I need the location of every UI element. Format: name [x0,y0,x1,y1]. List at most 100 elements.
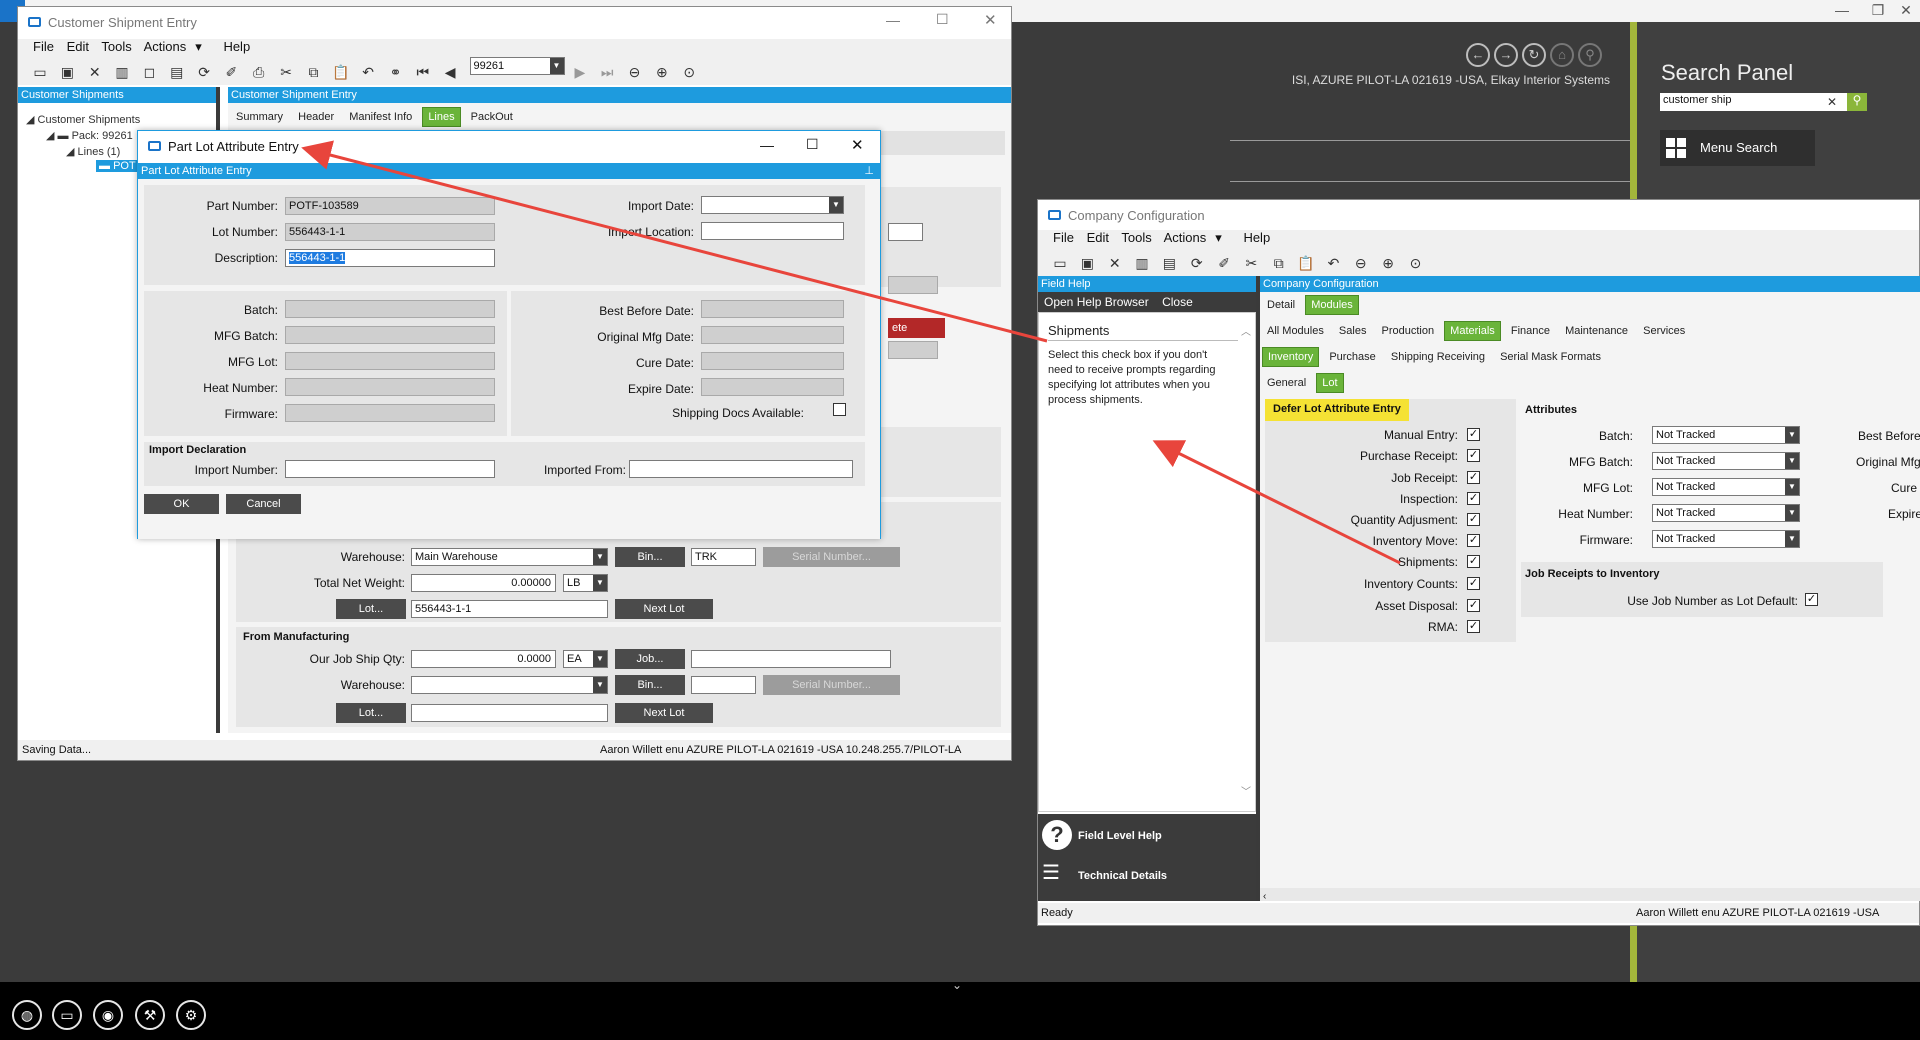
scroll-up-icon[interactable]: ︿ [1241,323,1251,338]
search-input[interactable]: customer ship [1660,93,1847,111]
tab-serial-mask-formats[interactable]: Serial Mask Formats [1495,348,1606,366]
chevron-down-icon[interactable]: ▼ [593,677,607,693]
menu-help[interactable]: Help [223,39,250,54]
close-icon[interactable]: ✕ [1892,2,1920,19]
menu-tools[interactable]: Tools [1121,230,1151,245]
prev-record-icon[interactable]: ◀ [441,63,459,81]
menu-file[interactable]: File [1053,230,1074,245]
next-record-icon[interactable]: ▶ [571,63,589,81]
home-icon[interactable]: ⌂ [1550,43,1574,67]
tree-item-pack[interactable]: ◢ ▬ Pack: 99261 [46,129,133,142]
first-record-icon[interactable]: ⏮ [414,63,432,81]
tab-detail[interactable]: Detail [1262,296,1300,314]
search-icon[interactable]: ⚲ [1578,43,1602,67]
close-help-link[interactable]: Close [1162,295,1193,309]
shipments-checkbox[interactable]: ✓ [1467,555,1480,568]
qty-uom-select[interactable]: EA ▼ [563,650,608,668]
globe-icon[interactable]: ◍ [12,1000,42,1030]
delete-button[interactable]: ete [888,318,945,338]
batch-select[interactable]: Not Tracked ▼ [1652,426,1800,444]
warehouse-select[interactable]: Main Warehouse ▼ [411,548,608,566]
weight-uom-select[interactable]: LB ▼ [563,574,608,592]
inspection-checkbox[interactable]: ✓ [1467,492,1480,505]
copy-icon[interactable]: ⧉ [1270,254,1288,272]
close-icon[interactable]: ✕ [851,136,864,154]
import-location-input[interactable] [701,222,844,240]
tab-finance[interactable]: Finance [1506,322,1555,340]
mfg-bin-input[interactable] [691,676,756,694]
clear-icon[interactable]: ✐ [222,63,240,81]
chevron-down-icon[interactable]: ▼ [829,197,843,213]
mfg-batch-select[interactable]: Not Tracked ▼ [1652,452,1800,470]
new-icon[interactable]: ▭ [1051,254,1069,272]
clear-icon[interactable]: ✕ [1827,95,1837,109]
job-receipt-checkbox[interactable]: ✓ [1467,471,1480,484]
mfg-bin-button[interactable]: Bin... [615,675,685,695]
menu-help[interactable]: Help [1243,230,1270,245]
use-job-number-checkbox[interactable]: ✓ [1805,593,1818,606]
refresh-icon[interactable]: ⟳ [1188,254,1206,272]
paste-icon[interactable]: 📋 [1297,254,1315,272]
open-help-browser-link[interactable]: Open Help Browser [1044,295,1149,309]
cut-icon[interactable]: ✂ [277,63,295,81]
tab-manifest-info[interactable]: Manifest Info [344,108,417,126]
chevron-down-icon[interactable]: ▼ [593,549,607,565]
rma-checkbox[interactable]: ✓ [1467,620,1480,633]
new-icon[interactable]: ▭ [31,63,49,81]
asset-disposal-checkbox[interactable]: ✓ [1467,599,1480,612]
cut-icon[interactable]: ✂ [1242,254,1260,272]
quantity-adjusment-checkbox[interactable]: ✓ [1467,513,1480,526]
lot-input[interactable]: 556443-1-1 [411,600,608,618]
tab-lot[interactable]: Lot [1316,373,1344,393]
scroll-left-icon[interactable]: ‹ [1260,891,1266,902]
minimize-icon[interactable]: — [886,12,900,28]
tab-maintenance[interactable]: Maintenance [1560,322,1633,340]
tab-modules[interactable]: Modules [1305,295,1359,315]
heat-number-select[interactable]: Not Tracked ▼ [1652,504,1800,522]
chevron-down-icon[interactable]: ⌄ [952,978,962,992]
tab-sales[interactable]: Sales [1334,322,1372,340]
chevron-down-icon[interactable]: ▼ [593,575,607,591]
home-icon[interactable]: ⊙ [1406,254,1424,272]
home-icon[interactable]: ⊙ [680,63,698,81]
attach-icon[interactable]: ◻ [140,63,158,81]
mfg-lot-select[interactable]: Not Tracked ▼ [1652,478,1800,496]
bin-input[interactable]: TRK [691,548,756,566]
tab-shipping-receiving[interactable]: Shipping Receiving [1386,348,1490,366]
clear-icon[interactable]: ✐ [1215,254,1233,272]
import-number-input[interactable] [285,460,495,478]
inventory-counts-checkbox[interactable]: ✓ [1467,577,1480,590]
wrench-icon[interactable]: ⚒ [135,1000,165,1030]
forward-icon[interactable]: → [1494,43,1518,67]
import-date-select[interactable]: ▼ [701,196,844,214]
monitor-icon[interactable]: ▭ [52,1000,82,1030]
pin-icon[interactable]: ⊥ [864,163,874,179]
menu-search-button[interactable]: Menu Search [1660,130,1815,166]
scroll-down-icon[interactable]: ﹀ [1241,783,1251,798]
bin-button[interactable]: Bin... [615,547,685,567]
tab-header[interactable]: Header [293,108,339,126]
serial-number-button[interactable]: Serial Number... [763,547,900,567]
menu-file[interactable]: File [33,39,54,54]
delete-icon[interactable]: ✕ [86,63,104,81]
our-job-ship-qty-input[interactable]: 0.0000 [411,650,556,668]
back-icon[interactable]: ← [1466,43,1490,67]
copy-icon[interactable]: ⧉ [304,63,322,81]
minimize-icon[interactable]: — [760,137,774,153]
tree-item-customer-shipments[interactable]: ◢ Customer Shipments [26,113,140,126]
print-preview-icon[interactable]: ▤ [1160,254,1178,272]
ok-button[interactable]: OK [144,494,219,514]
tab-lines[interactable]: Lines [422,107,461,127]
last-record-icon[interactable]: ⏭ [598,63,616,81]
next-lot-button[interactable]: Next Lot [615,599,713,619]
field-fragment[interactable] [888,223,923,241]
paste-icon[interactable]: 📋 [332,63,350,81]
lightbulb-icon[interactable]: ◉ [93,1000,123,1030]
manual-entry-checkbox[interactable]: ✓ [1467,428,1480,441]
record-navigator-input[interactable]: 99261 ▼ [469,57,565,75]
tab-general[interactable]: General [1262,374,1311,392]
books-icon[interactable]: ▥ [1133,254,1151,272]
job-button[interactable]: Job... [615,649,685,669]
job-input[interactable] [691,650,891,668]
total-net-weight-input[interactable]: 0.00000 [411,574,556,592]
